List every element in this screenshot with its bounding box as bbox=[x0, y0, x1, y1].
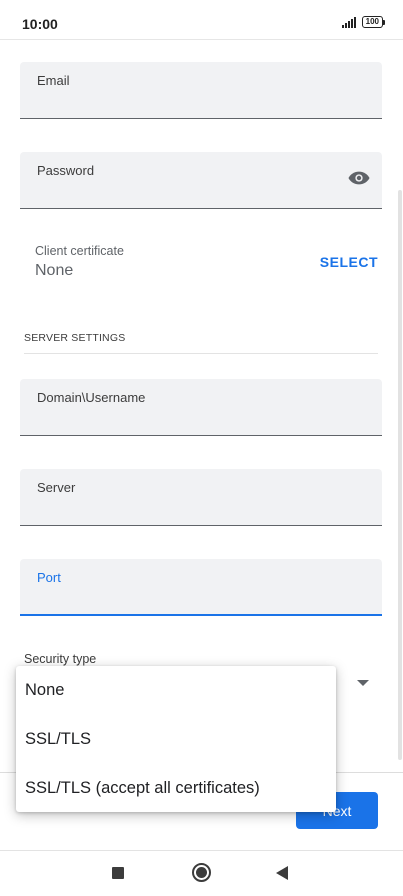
battery-icon: 100 bbox=[361, 16, 386, 28]
status-time: 10:00 bbox=[22, 16, 58, 32]
server-field[interactable]: Server bbox=[20, 469, 382, 526]
client-certificate-label: Client certificate bbox=[35, 244, 124, 258]
security-type-label: Security type bbox=[24, 652, 97, 666]
security-type-menu: None SSL/TLS SSL/TLS (accept all certifi… bbox=[16, 666, 336, 812]
navigation-bar bbox=[0, 850, 403, 896]
email-field-label: Email bbox=[37, 73, 70, 88]
status-icons: 100 bbox=[341, 16, 386, 28]
triangle-back-icon[interactable] bbox=[276, 866, 288, 880]
status-bar: 10:00 100 bbox=[0, 0, 403, 40]
port-field-label: Port bbox=[37, 570, 61, 585]
dropdown-arrow-icon[interactable] bbox=[357, 680, 369, 686]
menu-item-none[interactable]: None bbox=[16, 666, 336, 714]
client-certificate-value: None bbox=[35, 262, 74, 279]
scrollbar[interactable] bbox=[398, 190, 402, 760]
section-divider bbox=[24, 353, 378, 354]
circle-icon[interactable] bbox=[192, 863, 211, 882]
password-field[interactable]: Password bbox=[20, 152, 382, 209]
username-field[interactable]: Domain\Username bbox=[20, 379, 382, 436]
select-certificate-button[interactable]: SELECT bbox=[320, 254, 378, 270]
menu-item-ssl-tls-accept-all[interactable]: SSL/TLS (accept all certificates) bbox=[16, 764, 336, 812]
username-field-label: Domain\Username bbox=[37, 390, 146, 405]
email-field[interactable]: Email bbox=[20, 62, 382, 119]
menu-item-ssl-tls[interactable]: SSL/TLS bbox=[16, 715, 336, 763]
eye-icon[interactable] bbox=[348, 170, 370, 186]
password-field-label: Password bbox=[37, 163, 95, 178]
signal-icon bbox=[341, 16, 356, 28]
square-icon[interactable] bbox=[112, 867, 124, 879]
server-settings-header: SERVER SETTINGS bbox=[24, 332, 126, 344]
server-field-label: Server bbox=[37, 480, 76, 495]
port-field[interactable]: Port bbox=[20, 559, 382, 616]
